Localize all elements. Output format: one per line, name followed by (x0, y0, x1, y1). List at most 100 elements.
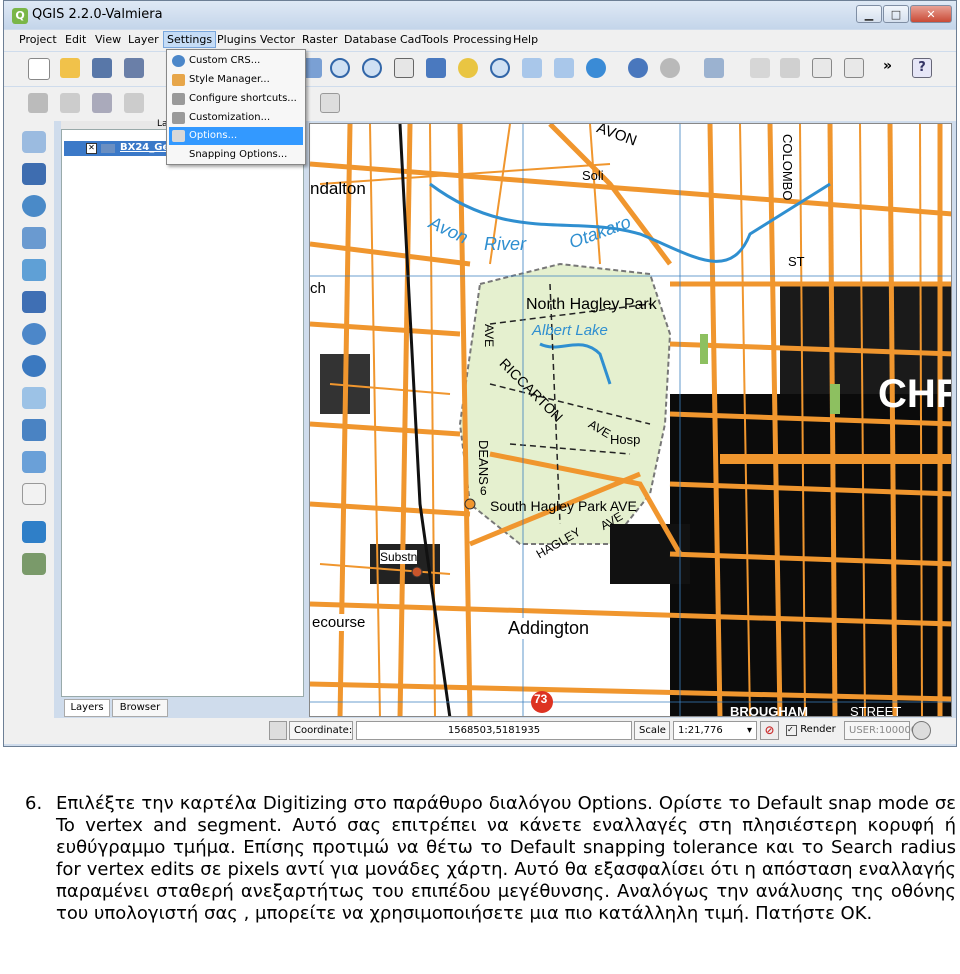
menu-database[interactable]: Database (341, 33, 400, 46)
open-project-icon[interactable] (60, 58, 80, 78)
add-mssql-layer-icon[interactable] (22, 259, 46, 281)
zoom-selection-icon[interactable] (458, 58, 478, 78)
deselect-icon[interactable] (750, 58, 770, 78)
save-edits-icon[interactable] (92, 93, 112, 113)
refresh-icon[interactable] (586, 58, 606, 78)
menu-help[interactable]: Help (510, 33, 541, 46)
raster-layer-icon (101, 144, 115, 153)
qgis-logo-icon: Q (12, 8, 28, 24)
new-project-icon[interactable] (28, 58, 50, 80)
menu-item-custom-crs[interactable]: Custom CRS... (169, 52, 303, 70)
attribute-table-icon[interactable] (812, 58, 832, 78)
map-label: ecourse (312, 614, 366, 631)
zoom-next-icon[interactable] (554, 58, 574, 78)
add-wfs-layer-icon[interactable] (22, 387, 46, 409)
zoom-native-icon[interactable] (394, 58, 414, 78)
instruction-paragraph: Επιλέξτε την καρτέλα Digitizing στο παρά… (56, 793, 956, 924)
wrench-icon (172, 93, 185, 105)
scale-value: 1:21,776 (678, 725, 723, 736)
messages-icon[interactable] (912, 721, 931, 740)
menu-processing[interactable]: Processing (450, 33, 515, 46)
add-vector-layer-icon[interactable] (22, 131, 46, 153)
menu-item-options[interactable]: Options... (169, 127, 303, 145)
crs-status[interactable]: USER:100000 (844, 721, 917, 740)
palette-icon (172, 74, 185, 86)
coordinate-field[interactable]: 1568503,5181935 (356, 721, 632, 740)
map-label: Soli (582, 168, 604, 183)
main-toolbar: » ? (4, 52, 956, 86)
add-oracle-layer-icon[interactable] (22, 291, 46, 313)
map-label: CHR (878, 372, 951, 416)
add-feature-icon[interactable] (124, 93, 144, 113)
menu-item-configure-shortcuts[interactable]: Configure shortcuts... (169, 90, 303, 108)
layer-visibility-checkbox[interactable]: ✕ (86, 143, 97, 154)
menu-edit[interactable]: Edit (62, 33, 89, 46)
plugin-icon[interactable] (22, 553, 46, 575)
toolbar-overflow-button[interactable]: » (883, 58, 892, 74)
close-button[interactable]: ✕ (910, 5, 952, 23)
add-spatialite-layer-icon[interactable] (22, 227, 46, 249)
menu-item-customization[interactable]: Customization... (169, 109, 303, 127)
map-canvas[interactable]: ndalton AVON Soli COLOMBO Avon River Ota… (309, 123, 952, 717)
zoom-layer-icon[interactable] (490, 58, 510, 78)
stop-render-icon[interactable]: ⊘ (760, 721, 779, 740)
settings-dropdown-menu: Custom CRS... Style Manager... Configure… (166, 49, 306, 165)
identify-icon[interactable] (628, 58, 648, 78)
help-icon[interactable]: ? (912, 58, 932, 78)
map-label: 6 (480, 484, 487, 498)
maximize-button[interactable]: □ (883, 5, 909, 23)
scale-combobox[interactable]: 1:21,776 ▾ (673, 721, 757, 740)
add-raster-layer-icon[interactable] (22, 163, 46, 185)
paste-icon[interactable] (320, 93, 340, 113)
map-label: ndalton (310, 179, 366, 198)
status-bar: Coordinate: 1568503,5181935 Scale 1:21,7… (4, 718, 956, 744)
menu-item-snapping-options[interactable]: Snapping Options... (169, 146, 303, 164)
add-postgis-layer-icon[interactable] (22, 195, 46, 217)
tab-layers[interactable]: Layers (64, 699, 110, 717)
layers-panel (61, 129, 304, 697)
map-label: 73 (534, 692, 548, 706)
map-label: DEANS (476, 440, 491, 485)
action-icon[interactable] (660, 58, 680, 78)
menu-item-style-manager[interactable]: Style Manager... (169, 71, 303, 89)
map-label: Addington (508, 618, 590, 639)
add-wms-layer-icon[interactable] (22, 323, 46, 345)
menu-vector[interactable]: Vector (257, 33, 298, 46)
map-label: BROUGHAM (730, 704, 808, 717)
statistics-icon[interactable] (844, 58, 864, 78)
coordinate-toggle-icon[interactable] (269, 721, 287, 740)
zoom-out-icon[interactable] (362, 58, 382, 78)
edit-pencil-icon[interactable] (28, 93, 48, 113)
menu-view[interactable]: View (92, 33, 124, 46)
layer-name: BX24_Ge (120, 142, 170, 153)
menu-raster[interactable]: Raster (299, 33, 340, 46)
menu-cadtools[interactable]: CadTools (397, 33, 452, 46)
minimize-button[interactable]: ▁ (856, 5, 882, 23)
measure-icon[interactable] (780, 58, 800, 78)
scale-label: Scale (634, 721, 670, 740)
zoom-last-icon[interactable] (522, 58, 542, 78)
add-delimited-text-icon[interactable] (22, 419, 46, 441)
chevron-down-icon: ▾ (746, 725, 752, 736)
map-label: Substn (380, 550, 418, 564)
toggle-editing-icon[interactable] (60, 93, 80, 113)
georeferencer-icon[interactable] (22, 521, 46, 543)
menu-layer[interactable]: Layer (125, 33, 162, 46)
tab-browser[interactable]: Browser (112, 699, 168, 717)
new-shapefile-icon[interactable] (22, 451, 46, 473)
menu-plugins[interactable]: Plugins (214, 33, 259, 46)
menu-settings[interactable]: Settings (163, 31, 217, 48)
zoom-full-icon[interactable] (426, 58, 446, 78)
map-label: COLOMBO (780, 134, 795, 201)
remove-layer-icon[interactable] (22, 483, 46, 505)
menu-project[interactable]: Project (16, 33, 60, 46)
render-checkbox[interactable]: ✓ Render (782, 721, 844, 740)
zoom-in-icon[interactable] (330, 58, 350, 78)
select-features-icon[interactable] (704, 58, 724, 78)
save-project-icon[interactable] (92, 58, 112, 78)
map-label: ST (788, 254, 805, 269)
add-wcs-layer-icon[interactable] (22, 355, 46, 377)
save-as-icon[interactable] (124, 58, 144, 78)
topographic-map (310, 124, 951, 716)
qgis-window: Q QGIS 2.2.0-Valmiera ▁ □ ✕ Project Edit… (3, 0, 957, 747)
